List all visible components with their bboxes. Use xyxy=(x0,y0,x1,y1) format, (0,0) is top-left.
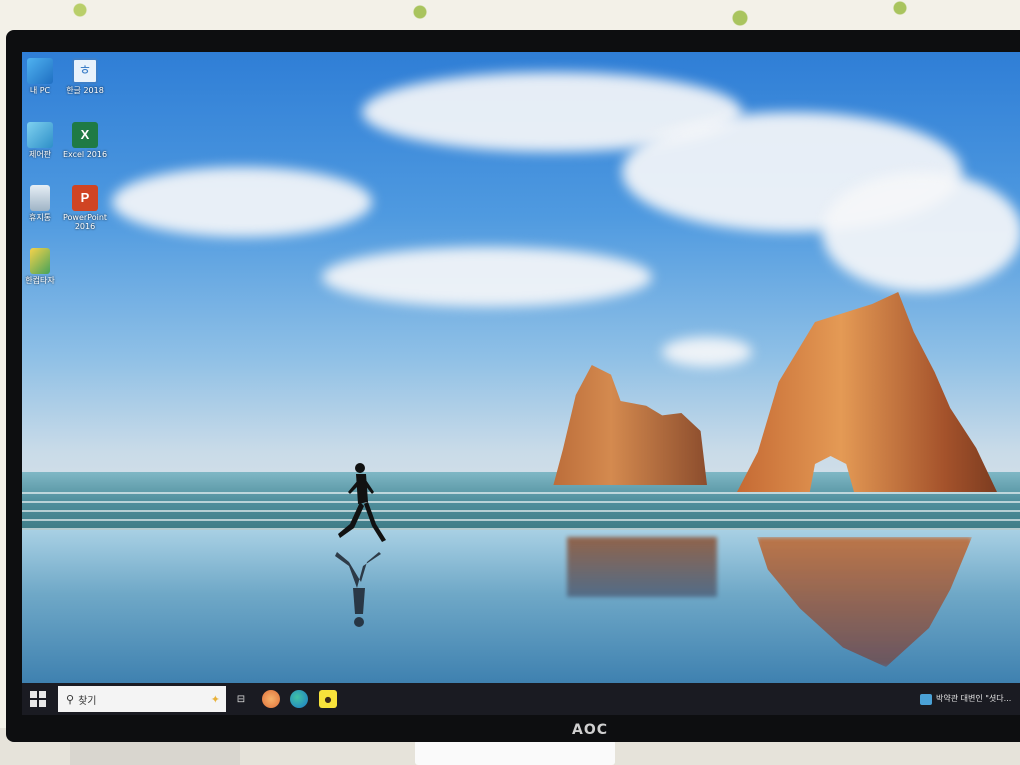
desktop-icon-label: PowerPoint 2016 xyxy=(62,213,108,231)
desktop-icon-label: 한글 2018 xyxy=(66,86,104,95)
desktop-icon-hancom-typing[interactable]: 한컴타자 xyxy=(22,248,65,285)
hangul-icon: ㅎ xyxy=(72,58,98,84)
edge-icon[interactable] xyxy=(290,690,308,708)
wallpaper-surf xyxy=(22,492,1020,532)
desktop-icon-label: 한컴타자 xyxy=(25,276,55,285)
search-icon: ⚲ xyxy=(66,692,75,706)
desktop-icon-powerpoint[interactable]: P PowerPoint 2016 xyxy=(60,185,110,231)
computer-icon xyxy=(27,58,53,84)
runner-reflection xyxy=(335,552,381,627)
powerpoint-icon: P xyxy=(72,185,98,211)
search-highlight-icon: ✦ xyxy=(210,692,220,706)
whale-browser-icon[interactable] xyxy=(262,690,280,708)
task-view-icon[interactable]: ⊟ xyxy=(232,690,250,708)
cloud xyxy=(112,167,372,237)
recycle-bin-icon xyxy=(30,185,50,211)
desktop-icon-my-pc[interactable]: 내 PC xyxy=(22,58,65,95)
desktop-icon-control-panel[interactable]: 제어판 xyxy=(22,122,65,159)
news-ticker-text[interactable]: 박약관 대변인 "셧다... xyxy=(936,693,1011,704)
desktop-icon-label: 내 PC xyxy=(29,86,51,95)
monitor-brand-logo: AOC xyxy=(572,722,609,738)
desktop-icon-recycle-bin[interactable]: 휴지통 xyxy=(22,185,65,222)
desktop-icon-hangul[interactable]: ㅎ 한글 2018 xyxy=(60,58,110,95)
kakaotalk-icon[interactable]: ● xyxy=(319,690,337,708)
rock-reflection xyxy=(567,537,717,597)
cloud xyxy=(822,172,1020,292)
taskbar: ⚲ 찾기 ✦ ⊟ ● 박약관 대변인 "셧다... xyxy=(22,683,1020,715)
desktop-icon-label: 제어판 xyxy=(28,150,52,159)
news-widget-icon[interactable] xyxy=(920,694,932,705)
desktop-screen: 내 PC ㅎ 한글 2018 제어판 X Excel 2016 휴지통 P Po… xyxy=(22,52,1020,715)
control-panel-icon xyxy=(27,122,53,148)
monitor-stand xyxy=(415,740,615,765)
cloud xyxy=(322,247,652,307)
excel-icon: X xyxy=(72,122,98,148)
desktop-icon-label: 휴지통 xyxy=(28,213,52,222)
runner-silhouette xyxy=(338,463,386,542)
desktop-icon-excel[interactable]: X Excel 2016 xyxy=(60,122,110,159)
cloud xyxy=(662,337,752,367)
start-button[interactable] xyxy=(30,691,46,707)
search-placeholder: 찾기 xyxy=(78,695,97,707)
taskbar-search-box[interactable]: ⚲ 찾기 ✦ xyxy=(58,686,226,712)
hancom-typing-icon xyxy=(30,248,50,274)
desktop-icon-label: Excel 2016 xyxy=(62,150,108,159)
